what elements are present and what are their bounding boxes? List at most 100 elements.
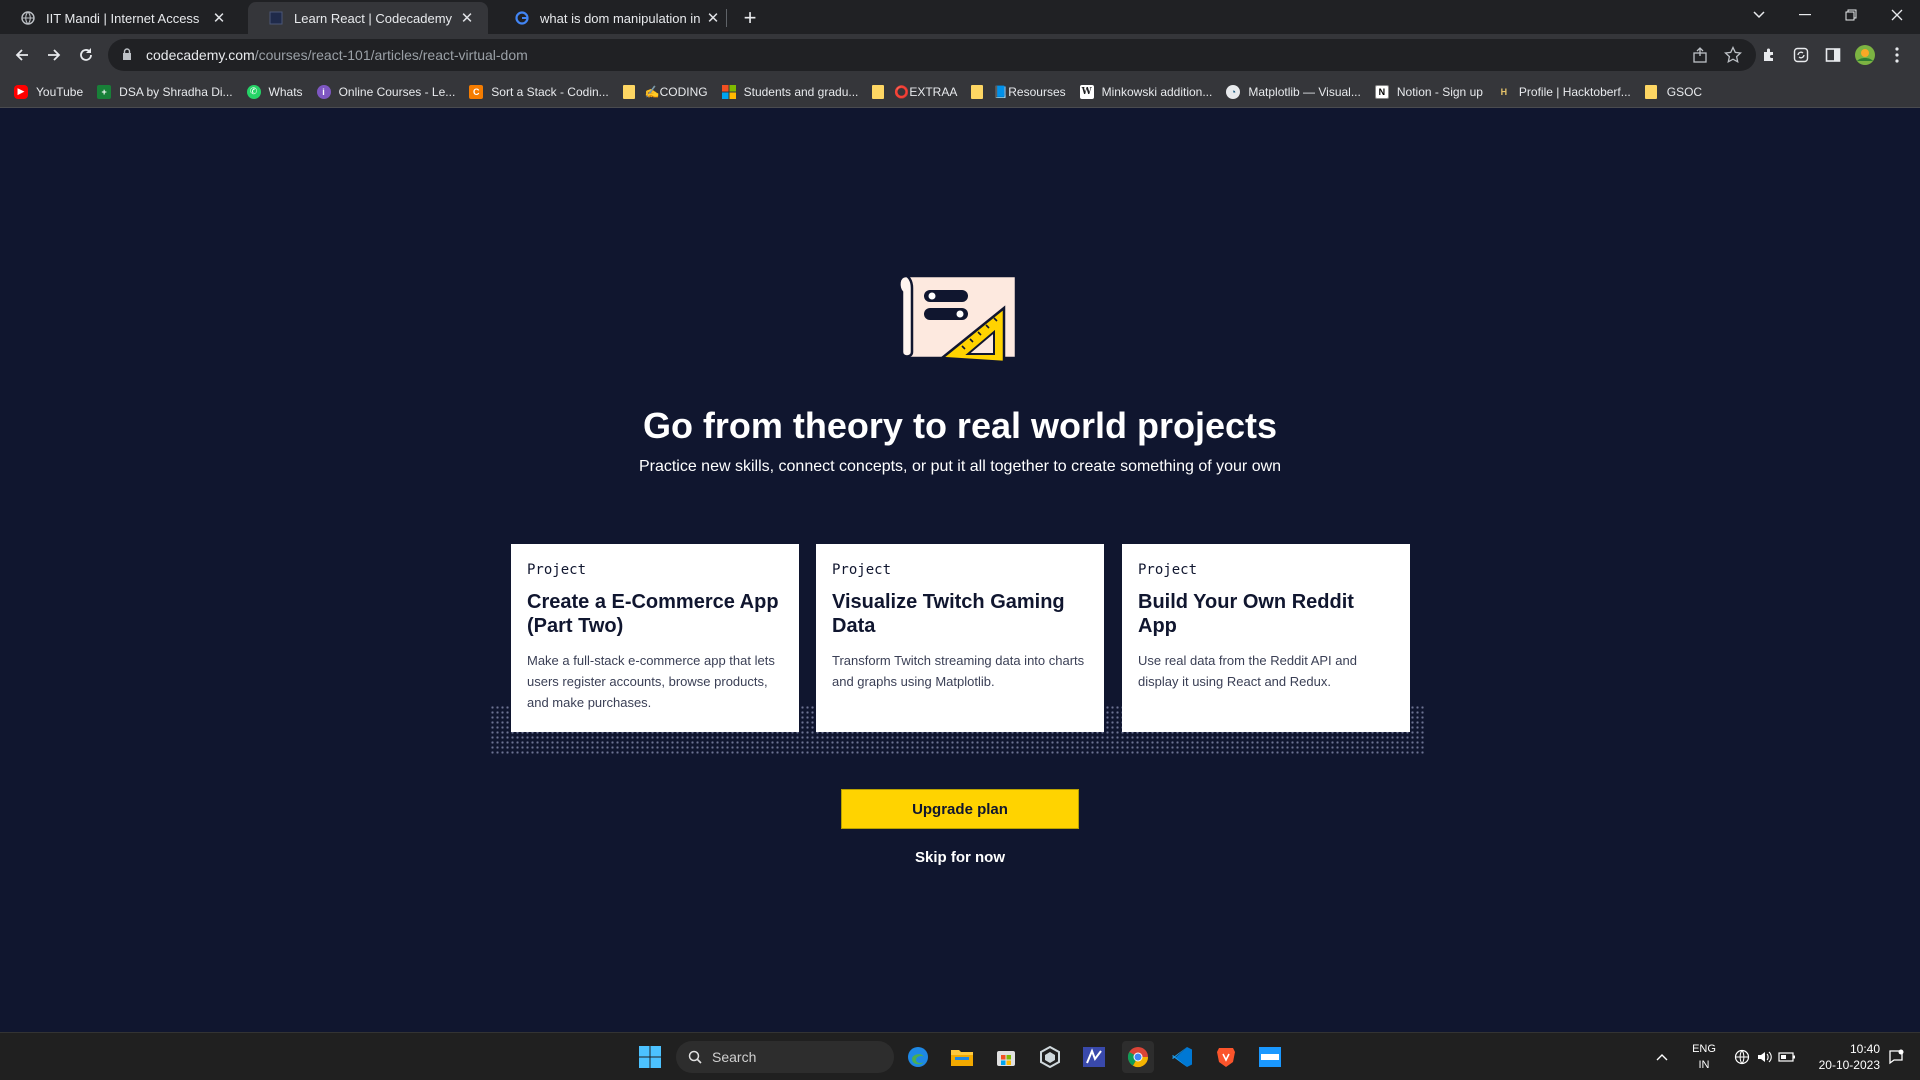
restore-button[interactable] [1828, 0, 1874, 30]
bookmark-label: Profile | Hacktoberf... [1518, 84, 1631, 99]
bookmark-youtube[interactable]: ▶ YouTube [14, 84, 84, 99]
chrome-icon[interactable] [1122, 1041, 1154, 1073]
prime-video-icon[interactable] [1254, 1041, 1286, 1073]
clock-date: 20-10-2023 [1818, 1058, 1880, 1072]
close-tab-icon[interactable]: ✕ [704, 9, 722, 27]
ms-store-icon[interactable] [990, 1041, 1022, 1073]
tab-title: Learn React | Codecademy [294, 10, 453, 26]
card-description: Make a full-stack e-commerce app that le… [527, 653, 775, 710]
tab-separator [726, 9, 727, 27]
plus-icon: + [97, 84, 112, 99]
address-bar[interactable]: codecademy.com/courses/react-101/article… [108, 39, 1756, 71]
network-icon[interactable] [1734, 1033, 1750, 1080]
notification-icon[interactable] [1888, 1033, 1904, 1080]
upgrade-modal-page: Go from theory to real world projects Pr… [0, 108, 1920, 1032]
profile-avatar[interactable] [1853, 43, 1877, 67]
tray-chevron-icon[interactable] [1656, 1033, 1668, 1080]
region-code: IN [1698, 1059, 1710, 1071]
blueprint-illustration [898, 274, 1018, 364]
browser-toolbar: codecademy.com/courses/react-101/article… [0, 34, 1920, 76]
file-explorer-icon[interactable] [946, 1041, 978, 1073]
card-kind-label: Project [832, 562, 892, 578]
bookmark-label: Whats [268, 84, 303, 99]
lock-icon [122, 47, 134, 63]
bookmark-label: GSOC [1666, 84, 1703, 99]
edge-icon[interactable] [902, 1041, 934, 1073]
taskbar-search[interactable]: Search [676, 1041, 894, 1073]
tab-title: what is dom manipulation in rea [540, 10, 704, 26]
minimize-button[interactable] [1782, 0, 1828, 30]
close-window-button[interactable] [1874, 0, 1920, 30]
battery-icon[interactable] [1778, 1033, 1796, 1080]
menu-kebab-icon[interactable] [1885, 43, 1909, 67]
clock[interactable]: 10:40 20-10-2023 [1808, 1041, 1880, 1073]
codecademy-icon [268, 10, 284, 26]
hacktoberfest-icon: H [1500, 86, 1508, 97]
search-label: Search [712, 1049, 757, 1065]
whatsapp-icon: ✆ [246, 84, 261, 99]
folder-icon [971, 84, 984, 99]
card-title: Build Your Own Reddit App [1138, 591, 1354, 637]
folder-icon [622, 84, 635, 99]
project-card-reddit[interactable]: Project Build Your Own Reddit App Use re… [1122, 544, 1410, 732]
windows-taskbar: Search ENG IN 10:40 20-10-2023 [0, 1032, 1920, 1080]
upgrade-plan-button[interactable]: Upgrade plan [841, 789, 1079, 829]
bookmark-online-courses[interactable]: i Online Courses - Le... [316, 84, 456, 99]
bookmark-label: YouTube [36, 84, 84, 99]
bookmark-label: Minkowski addition... [1101, 84, 1213, 99]
side-panel-icon[interactable] [1821, 43, 1845, 67]
bookmark-notion[interactable]: N Notion - Sign up [1374, 84, 1483, 99]
bookmark-label: Notion - Sign up [1396, 84, 1483, 99]
volume-icon[interactable] [1756, 1033, 1772, 1080]
page-subtitle: Practice new skills, connect concepts, o… [638, 458, 1282, 475]
unity-hub-icon[interactable] [1034, 1041, 1066, 1073]
search-icon [688, 1050, 702, 1064]
forward-button[interactable] [40, 41, 68, 69]
bookmark-label: ✍️CODING [644, 84, 708, 99]
bookmark-label: 📘Resourses [993, 84, 1066, 99]
sync-icon[interactable] [1789, 43, 1813, 67]
bookmark-star-icon[interactable] [1724, 45, 1742, 67]
windows-start-icon[interactable] [634, 1041, 666, 1073]
close-tab-icon[interactable]: ✕ [210, 9, 228, 27]
bookmark-label: Online Courses - Le... [338, 84, 456, 99]
bookmark-whats[interactable]: ✆ Whats [246, 84, 303, 99]
vscode-icon[interactable] [1166, 1041, 1198, 1073]
bookmark-folder-resourses[interactable]: 📘Resourses [971, 84, 1066, 99]
tab-search-icon[interactable] [1736, 0, 1782, 30]
skip-for-now-link[interactable]: Skip for now [860, 846, 1060, 870]
codingninja-icon: C [469, 84, 484, 99]
tab-title: IIT Mandi | Internet Access [46, 10, 200, 26]
bookmark-hacktoberfest[interactable]: H Profile | Hacktoberf... [1497, 85, 1631, 99]
globe-icon [20, 10, 36, 26]
brave-icon[interactable] [1210, 1041, 1242, 1073]
bookmark-folder-gsoc[interactable]: GSOC [1644, 84, 1703, 99]
bookmark-matplotlib[interactable]: ◔ Matplotlib — Visual... [1226, 84, 1361, 99]
bookmark-folder-coding[interactable]: ✍️CODING [622, 84, 708, 99]
bookmark-sort-stack[interactable]: C Sort a Stack - Codin... [469, 84, 609, 99]
project-card-twitch[interactable]: Project Visualize Twitch Gaming Data Tra… [816, 544, 1104, 732]
new-tab-button[interactable]: + [736, 4, 764, 32]
back-button[interactable] [8, 41, 36, 69]
bookmark-minkowski[interactable]: W Minkowski addition... [1079, 84, 1213, 99]
share-icon[interactable] [1692, 46, 1710, 67]
bookmark-students[interactable]: Students and gradu... [721, 84, 859, 99]
project-card-ecommerce[interactable]: Project Create a E-Commerce App (Part Tw… [511, 544, 799, 732]
reload-button[interactable] [72, 41, 100, 69]
close-tab-icon[interactable]: ✕ [458, 9, 476, 27]
matplotlib-icon: ◔ [1226, 84, 1241, 99]
bookmark-folder-extraa[interactable]: ⭕EXTRAA [872, 84, 957, 99]
language-indicator[interactable]: ENG IN [1690, 1041, 1718, 1073]
card-kind-label: Project [527, 562, 587, 578]
bookmark-dsa[interactable]: + DSA by Shradha Di... [97, 84, 233, 99]
folder-icon [1644, 84, 1657, 99]
tab-codecademy[interactable]: Learn React | Codecademy ✕ [248, 2, 488, 34]
clock-time: 10:40 [1849, 1042, 1880, 1056]
tab-google-search[interactable]: what is dom manipulation in rea ✕ [494, 2, 734, 34]
notion-icon: N [1374, 84, 1389, 99]
tab-iit-mandi[interactable]: IIT Mandi | Internet Access ✕ [0, 2, 240, 34]
bookmark-label: Sort a Stack - Codin... [491, 84, 609, 99]
math-app-icon[interactable] [1078, 1041, 1110, 1073]
extensions-icon[interactable] [1757, 43, 1781, 67]
bookmark-label: Students and gradu... [743, 84, 859, 99]
